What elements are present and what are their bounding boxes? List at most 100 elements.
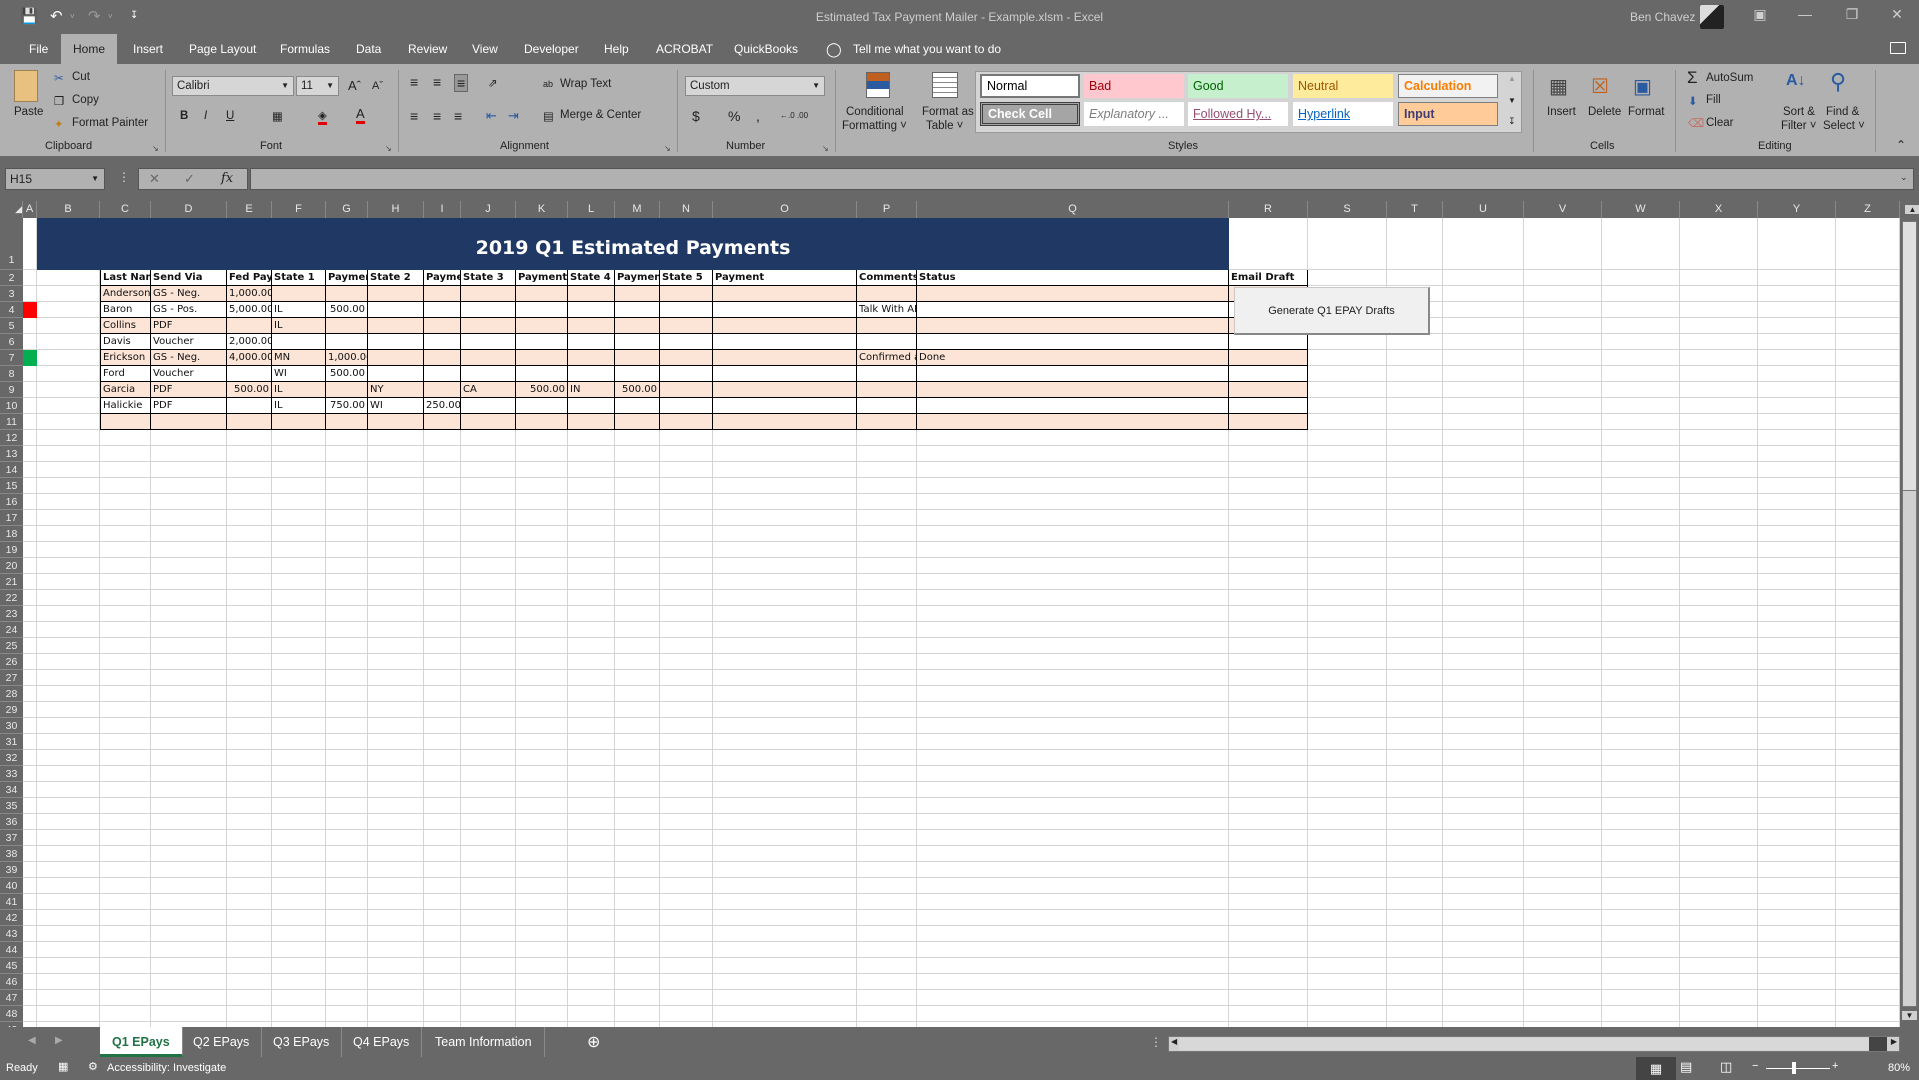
column-header-v[interactable]: V [1524,201,1602,218]
formula-input[interactable] [250,168,1914,190]
table-cell[interactable] [713,286,857,302]
tab-data[interactable]: Data [344,34,393,64]
row-header-5[interactable]: 5 [0,318,23,334]
tell-me-search[interactable]: Tell me what you want to do [853,34,1001,64]
table-cell[interactable] [857,414,917,430]
decrease-indent-icon[interactable]: ⇤ [486,108,497,124]
table-cell[interactable]: 2,000.00 [227,334,272,350]
column-header-f[interactable]: F [272,201,326,218]
table-cell[interactable] [368,302,424,318]
column-header-e[interactable]: E [227,201,272,218]
table-cell[interactable] [516,366,568,382]
cell-style-explanatory[interactable]: Explanatory ... [1084,102,1184,126]
table-cell[interactable] [326,318,368,334]
table-cell[interactable] [660,318,713,334]
row-header-44[interactable]: 44 [0,942,23,958]
table-cell[interactable]: GS - Pos. [151,302,227,318]
table-cell[interactable] [857,286,917,302]
table-cell[interactable] [326,414,368,430]
table-cell[interactable] [917,286,1229,302]
row-header-9[interactable]: 9 [0,382,23,398]
format-as-table-label-1[interactable]: Format as [922,106,974,118]
column-header-w[interactable]: W [1602,201,1680,218]
merge-center-button[interactable]: Merge & Center [560,109,641,121]
column-label-payment[interactable]: Payment [615,270,660,286]
table-cell[interactable]: WI [272,366,326,382]
row-header-16[interactable]: 16 [0,494,23,510]
format-as-table-label-2[interactable]: Table ˅ [926,120,963,132]
bold-button[interactable]: B [180,110,188,122]
minimize-icon[interactable]: — [1785,6,1825,22]
row-header-18[interactable]: 18 [0,526,23,542]
font-name-select[interactable]: Calibri ▼ [172,76,294,96]
sheet-tab-q1-epays[interactable]: Q1 EPays [100,1027,183,1057]
row-header-13[interactable]: 13 [0,446,23,462]
table-cell[interactable] [326,334,368,350]
table-cell[interactable] [272,334,326,350]
row-header-37[interactable]: 37 [0,830,23,846]
table-cell[interactable]: IL [272,318,326,334]
table-cell[interactable] [424,366,461,382]
column-label-payment[interactable]: Payment [713,270,857,286]
table-cell[interactable] [857,398,917,414]
table-cell[interactable] [917,334,1229,350]
table-cell[interactable] [568,302,615,318]
clipboard-launcher-icon[interactable]: ↘ [152,144,159,153]
table-cell[interactable]: Anderson [100,286,151,302]
sheet-title-banner[interactable]: 2019 Q1 Estimated Payments [37,218,1229,270]
row-header-39[interactable]: 39 [0,862,23,878]
table-cell[interactable]: 500.00 [326,302,368,318]
table-cell[interactable] [917,366,1229,382]
table-cell[interactable] [424,382,461,398]
row-header-23[interactable]: 23 [0,606,23,622]
increase-font-icon[interactable]: Aˆ [348,78,361,93]
row-header-33[interactable]: 33 [0,766,23,782]
table-cell[interactable] [1229,334,1308,350]
table-cell[interactable] [227,366,272,382]
new-sheet-icon[interactable]: ⊕ [587,1032,600,1052]
column-header-d[interactable]: D [151,201,227,218]
row-header-7[interactable]: 7 [0,350,23,366]
sort-filter-label-1[interactable]: Sort & [1783,106,1815,118]
next-sheet-icon[interactable]: ▶ [55,1035,63,1046]
table-cell[interactable]: 500.00 [326,366,368,382]
table-cell[interactable]: Erickson [100,350,151,366]
scroll-left-icon[interactable]: ◀ [1171,1037,1177,1046]
sheet-tab-q2-epays[interactable]: Q2 EPays [181,1027,263,1057]
table-cell[interactable]: 500.00 [615,382,660,398]
gallery-up-icon[interactable]: ▲ [1508,74,1516,83]
zoom-slider[interactable] [1766,1068,1830,1069]
table-cell[interactable]: 1,000.00 [326,350,368,366]
table-cell[interactable]: Davis [100,334,151,350]
table-cell[interactable]: PDF [151,382,227,398]
cell-style-neutral[interactable]: Neutral [1293,74,1393,98]
table-cell[interactable] [516,350,568,366]
column-header-l[interactable]: L [568,201,615,218]
column-label-last-name[interactable]: Last Name [100,270,151,286]
table-cell[interactable] [660,414,713,430]
table-cell[interactable] [461,286,516,302]
table-cell[interactable]: 4,000.00 [227,350,272,366]
column-header-h[interactable]: H [368,201,424,218]
table-cell[interactable] [660,286,713,302]
tab-help[interactable]: Help [592,34,641,64]
row-header-22[interactable]: 22 [0,590,23,606]
tab-home[interactable]: Home [61,34,118,64]
table-cell[interactable] [568,334,615,350]
table-cell[interactable] [326,286,368,302]
fill-button[interactable]: Fill [1706,94,1721,106]
table-cell[interactable]: Ford [100,366,151,382]
table-cell[interactable] [227,398,272,414]
table-cell[interactable] [516,334,568,350]
table-cell[interactable]: IN [568,382,615,398]
tab-quickbooks[interactable]: QuickBooks [722,34,810,64]
column-label-payment[interactable]: Payment [424,270,461,286]
column-header-s[interactable]: S [1308,201,1387,218]
tab-formulas[interactable]: Formulas [268,34,342,64]
tab-acrobat[interactable]: ACROBAT [644,34,725,64]
page-break-view-icon[interactable]: ◫ [1720,1059,1732,1075]
table-cell[interactable]: IL [272,302,326,318]
table-cell[interactable] [516,398,568,414]
table-cell[interactable]: NY [368,382,424,398]
table-cell[interactable] [660,398,713,414]
